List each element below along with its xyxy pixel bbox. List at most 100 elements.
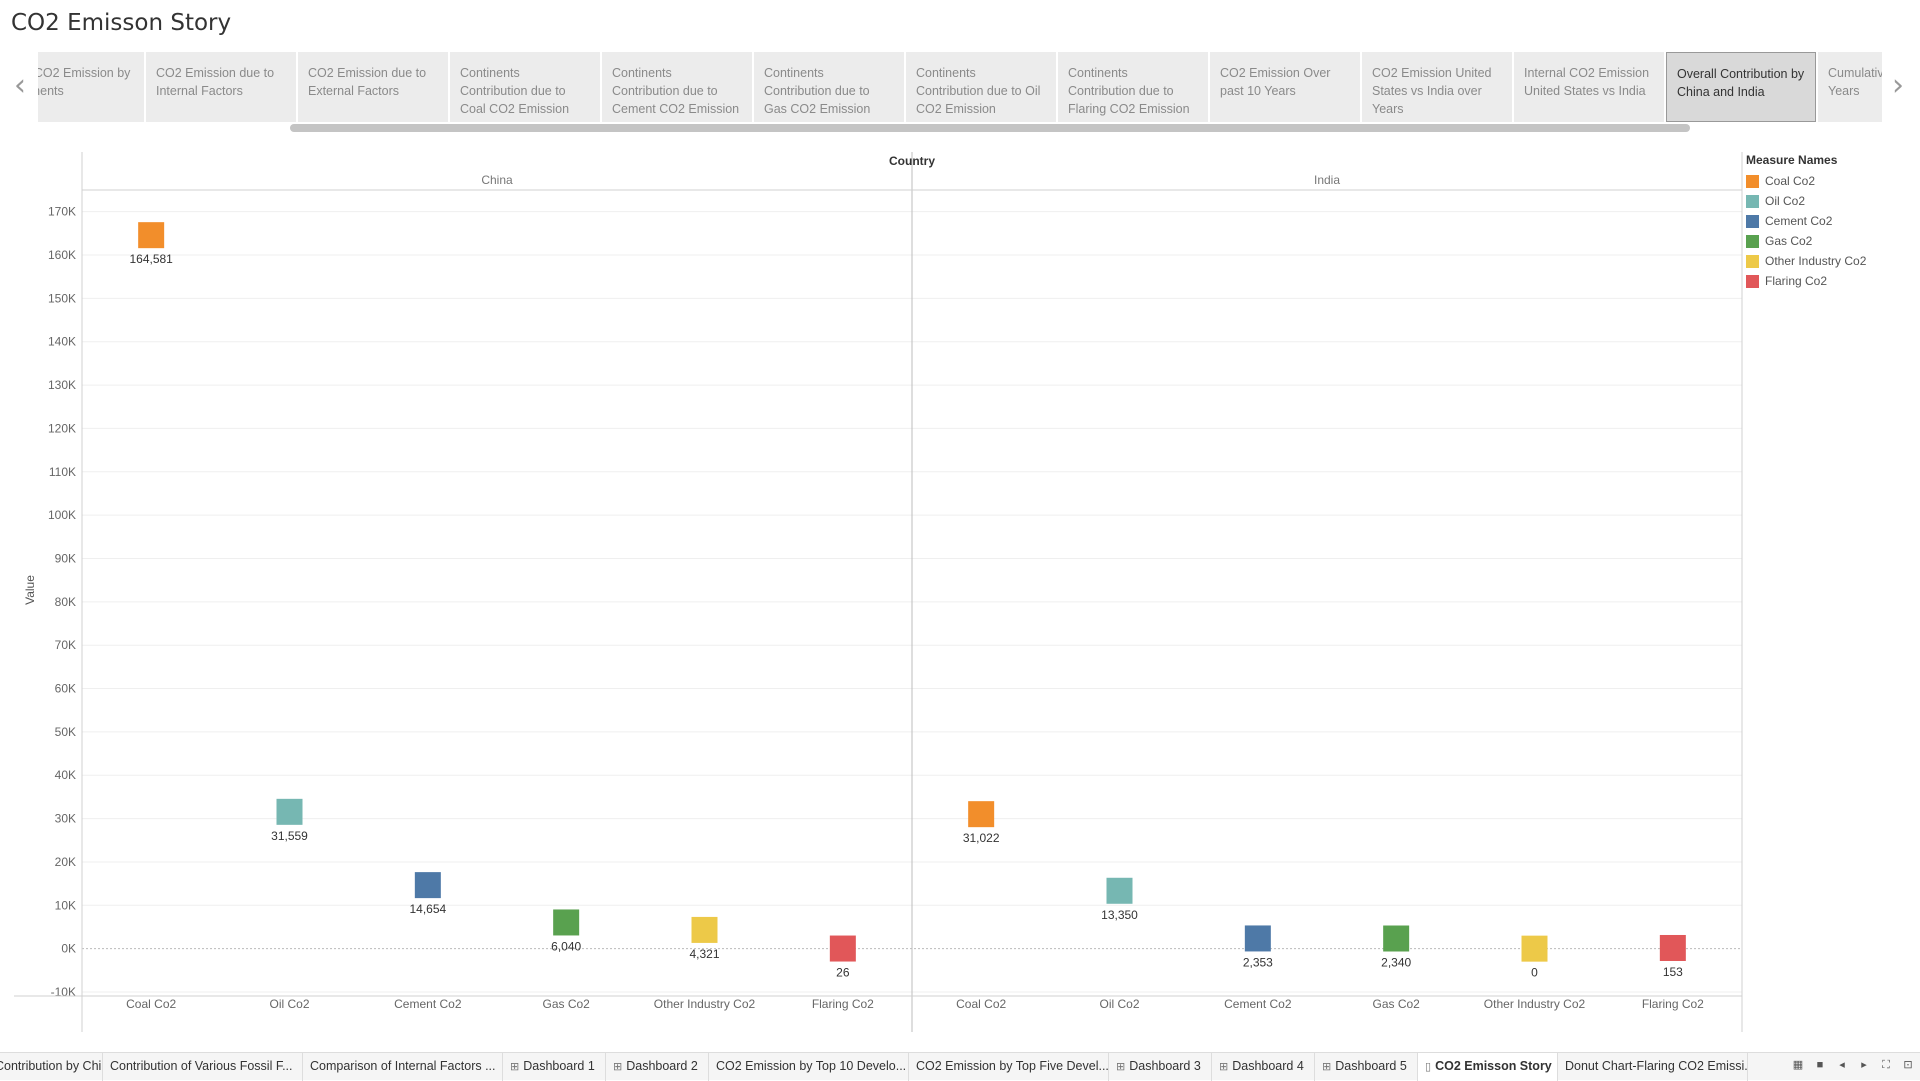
x-tick-label: Cement Co2 bbox=[1224, 997, 1292, 1011]
x-tick-label: Oil Co2 bbox=[1099, 997, 1139, 1011]
story-strip-scrollbar[interactable] bbox=[290, 124, 1690, 132]
sheet-tab[interactable]: Comparison of Internal Factors ... bbox=[303, 1053, 503, 1081]
sheet-tab-label: Dashboard 4 bbox=[1232, 1059, 1304, 1073]
legend-label: Oil Co2 bbox=[1765, 194, 1806, 208]
story-point[interactable]: Continents Contribution due to Oil CO2 E… bbox=[906, 52, 1056, 122]
x-tick-label: Gas Co2 bbox=[542, 997, 590, 1011]
panel-header: China bbox=[481, 173, 513, 187]
story-point[interactable]: Continents Contribution due to Coal CO2 … bbox=[450, 52, 600, 122]
story-point[interactable]: CO2 Emission United States vs India over… bbox=[1362, 52, 1512, 122]
sheet-tab-label: Dashboard 1 bbox=[523, 1059, 595, 1073]
sheet-tab[interactable]: ⊞ Dashboard 2 bbox=[606, 1053, 709, 1081]
prev-sheet-icon[interactable]: ◂ bbox=[1834, 1057, 1850, 1073]
sheet-tab[interactable]: Contribution by China in ... bbox=[0, 1053, 103, 1081]
story-point[interactable]: Continents Contribution due to Flaring C… bbox=[1058, 52, 1208, 122]
scatter-chart: -10K 0K 10K 20K 30K 40K 50K 60K 70K 80K 90K 100K 110… bbox=[14, 152, 1743, 1032]
data-label: 31,022 bbox=[963, 831, 1000, 845]
x-tick-label: Flaring Co2 bbox=[812, 997, 874, 1011]
legend-item[interactable]: Other Industry Co2 bbox=[1746, 251, 1916, 271]
x-tick-label: Gas Co2 bbox=[1372, 997, 1420, 1011]
story-point[interactable]: Continents Contribution due to Gas CO2 E… bbox=[754, 52, 904, 122]
presentation-icon[interactable]: ⊡ bbox=[1900, 1057, 1916, 1073]
sheet-tab[interactable]: CO2 Emission by Top 10 Develo... bbox=[709, 1053, 909, 1081]
data-point bbox=[1521, 935, 1548, 962]
legend-item[interactable]: Gas Co2 bbox=[1746, 231, 1916, 251]
story-point[interactable]: Continents Contribution due to Cement CO… bbox=[602, 52, 752, 122]
dashboard-icon: ⊞ bbox=[1322, 1061, 1332, 1073]
sheet-tab[interactable]: ⊞ Dashboard 5 bbox=[1315, 1053, 1418, 1081]
sheet-tab-label: Dashboard 2 bbox=[626, 1059, 698, 1073]
x-tick-label: Cement Co2 bbox=[394, 997, 462, 1011]
y-tick-label: 0K bbox=[61, 942, 76, 956]
y-tick-label: 60K bbox=[55, 682, 76, 696]
sheet-tab[interactable]: ⊞ Dashboard 4 bbox=[1212, 1053, 1315, 1081]
y-tick-label: 110K bbox=[49, 465, 76, 479]
sheet-tab-label: Contribution by China in ... bbox=[0, 1059, 102, 1073]
sheet-tab-label: Dashboard 5 bbox=[1335, 1059, 1407, 1073]
x-tick-label: Other Industry Co2 bbox=[1484, 997, 1586, 1011]
data-label: 2,353 bbox=[1243, 955, 1273, 969]
sheet-tab[interactable]: ⊞ Dashboard 1 bbox=[503, 1053, 606, 1081]
data-label: 13,350 bbox=[1101, 908, 1138, 922]
y-tick-label: 170K bbox=[48, 205, 76, 219]
story-icon: ▯ bbox=[1425, 1061, 1432, 1073]
sheet-tab[interactable]: Contribution of Various Fossil F... bbox=[103, 1053, 303, 1081]
legend-item[interactable]: Oil Co2 bbox=[1746, 191, 1916, 211]
chevron-right-icon[interactable]: › bbox=[1886, 68, 1910, 104]
legend-label: Cement Co2 bbox=[1765, 214, 1833, 228]
dashboard-icon: ⊞ bbox=[1219, 1061, 1229, 1073]
grid-view-icon[interactable]: ▦ bbox=[1790, 1057, 1806, 1073]
legend-swatch bbox=[1746, 214, 1759, 228]
data-label: 2,340 bbox=[1381, 956, 1411, 970]
x-tick-label: Coal Co2 bbox=[126, 997, 176, 1011]
legend-item[interactable]: Flaring Co2 bbox=[1746, 271, 1916, 291]
legend-item[interactable]: Cement Co2 bbox=[1746, 211, 1916, 231]
data-label: 26 bbox=[836, 966, 850, 980]
story-point[interactable]: Internal CO2 Emission United States vs I… bbox=[1514, 52, 1664, 122]
y-tick-label: 90K bbox=[55, 551, 76, 565]
sheet-tab-label: Contribution of Various Fossil F... bbox=[110, 1059, 293, 1073]
data-point bbox=[968, 801, 995, 828]
story-point[interactable]: CO2 Emission due to External Factors bbox=[298, 52, 448, 122]
data-point bbox=[1659, 934, 1686, 961]
sheet-tab[interactable]: CO2 Emission by Top Five Devel... bbox=[909, 1053, 1109, 1081]
story-point[interactable]: CO2 Emission Over past 10 Years bbox=[1210, 52, 1360, 122]
legend-title: Measure Names bbox=[1746, 153, 1838, 167]
legend-item[interactable]: Coal Co2 bbox=[1746, 171, 1916, 191]
sheet-tab[interactable]: Donut Chart-Flaring CO2 Emissi... bbox=[1558, 1053, 1748, 1081]
y-tick-label: 80K bbox=[55, 595, 76, 609]
y-tick-label: 40K bbox=[55, 768, 76, 782]
legend-label: Gas Co2 bbox=[1765, 234, 1813, 248]
story-point[interactable]: CO2 Emission due to Internal Factors bbox=[146, 52, 296, 122]
next-sheet-icon[interactable]: ▸ bbox=[1856, 1057, 1872, 1073]
data-label: 14,654 bbox=[409, 902, 446, 916]
y-tick-label: 100K bbox=[48, 508, 76, 522]
data-label: 31,559 bbox=[271, 829, 308, 843]
data-point bbox=[1383, 925, 1410, 952]
sheet-tab[interactable]: ⊞ Dashboard 3 bbox=[1109, 1053, 1212, 1081]
sheet-tab-label: CO2 Emisson Story bbox=[1435, 1059, 1552, 1073]
fullscreen-icon[interactable]: ⛶ bbox=[1878, 1057, 1894, 1073]
sheet-tab-label: CO2 Emission by Top 10 Develo... bbox=[716, 1059, 907, 1073]
chevron-left-icon[interactable]: ‹ bbox=[8, 68, 32, 104]
data-point bbox=[276, 798, 303, 825]
y-tick-label: 30K bbox=[55, 812, 76, 826]
dashboard-icon: ⊞ bbox=[613, 1061, 623, 1073]
dashboard-icon: ⊞ bbox=[1116, 1061, 1126, 1073]
panel-header: India bbox=[1314, 173, 1340, 187]
sheet-tab[interactable]: ▯ CO2 Emisson Story bbox=[1418, 1053, 1558, 1081]
legend: Measure Names Coal Co2 Oil Co2 Cement Co2 G… bbox=[1746, 153, 1916, 291]
legend-swatch bbox=[1746, 234, 1759, 248]
sheet-tab-bar: Contribution by China in ... Contribution… bbox=[0, 1052, 1920, 1081]
y-tick-label: 10K bbox=[55, 898, 76, 912]
story-point[interactable]: Total CO2 Emission by Continents bbox=[38, 52, 144, 122]
x-tick-label: Oil Co2 bbox=[269, 997, 309, 1011]
story-point[interactable]: Cumulative CO2 per Years bbox=[1818, 52, 1882, 122]
legend-swatch bbox=[1746, 174, 1759, 188]
story-point[interactable]: Overall Contribution by China and India bbox=[1666, 52, 1816, 122]
filmstrip-icon[interactable]: ■ bbox=[1812, 1057, 1828, 1073]
x-tick-label: Other Industry Co2 bbox=[654, 997, 756, 1011]
data-point bbox=[414, 872, 441, 899]
data-point bbox=[553, 909, 580, 936]
data-label: 6,040 bbox=[551, 939, 581, 953]
